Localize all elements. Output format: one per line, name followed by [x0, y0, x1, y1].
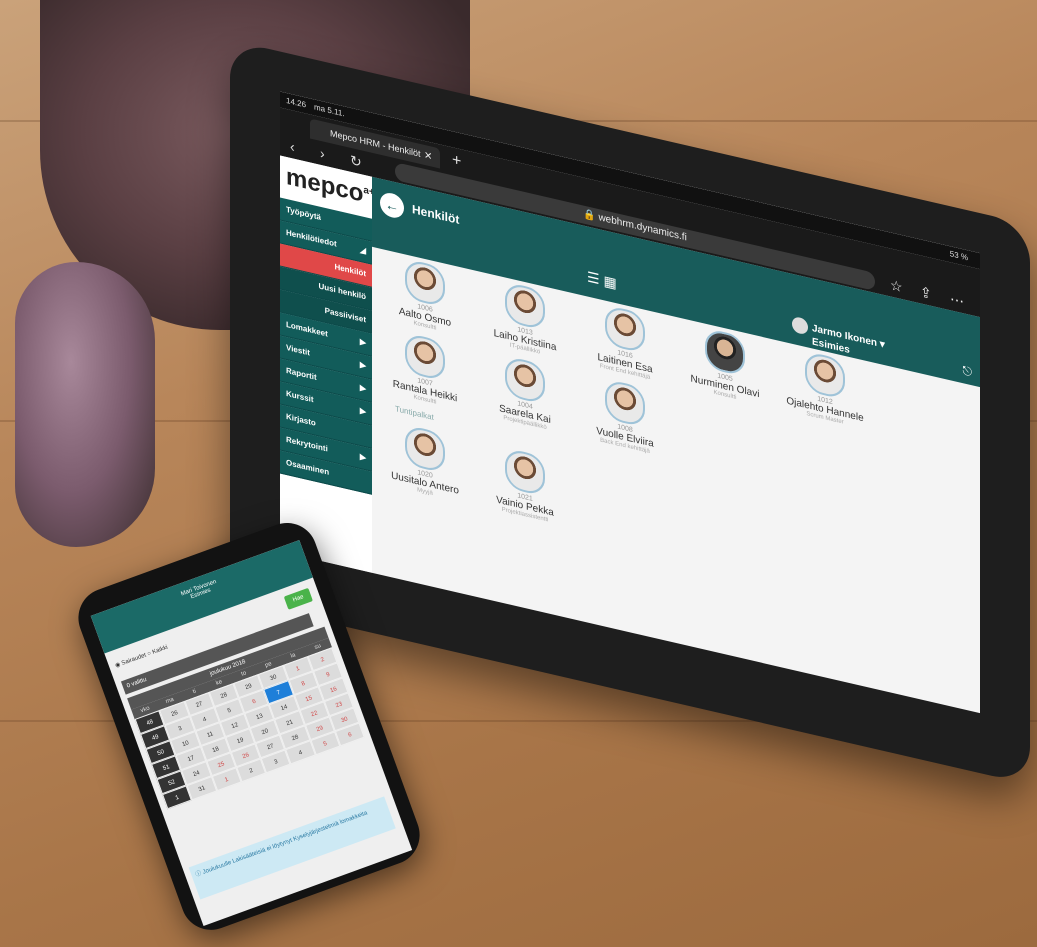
person-photo	[605, 304, 645, 354]
bookmark-icon[interactable]: ☆	[890, 276, 903, 296]
info-text: Joulukuulle Lakisääteisiä ei löytynyt Ky…	[202, 810, 369, 876]
view-toggle: ☰ ▦	[587, 268, 617, 292]
info-alert: ⓘ Joulukuulle Lakisääteisiä ei löytynyt …	[188, 796, 396, 900]
expand-icon: ▶	[359, 336, 366, 348]
status-time: 14.26	[286, 95, 307, 110]
expand-icon: ▶	[359, 382, 366, 394]
expand-icon: ▶	[359, 359, 366, 371]
person-photo	[505, 281, 545, 331]
new-tab-icon[interactable]: +	[452, 151, 461, 171]
person-card[interactable]: 1020 Uusitalo Antero Myyjä	[380, 419, 470, 506]
collapse-icon: ◢	[359, 244, 366, 256]
person-photo	[405, 332, 445, 382]
list-view-icon[interactable]: ☰	[587, 268, 600, 287]
person-card[interactable]: 1007 Rantala Heikki Konsultti	[380, 327, 470, 414]
close-tab-icon[interactable]: ×	[424, 147, 432, 164]
reload-icon[interactable]: ↻	[350, 152, 362, 172]
sidebar-menu: Työpöytä Henkilötiedot ◢ Henkilöt Uusi he…	[280, 197, 372, 495]
back-button[interactable]: ←	[380, 190, 404, 221]
person-card[interactable]: 1021 Vainio Pekka Projektiassistentti	[480, 442, 570, 529]
person-card[interactable]: 1004 Saarela Kai Projektipäällikkö	[480, 350, 570, 437]
small-vase	[15, 262, 155, 547]
back-icon[interactable]: ‹	[290, 138, 295, 155]
person-photo	[405, 424, 445, 474]
expand-icon: ▶	[359, 451, 366, 463]
status-battery: 53 %	[949, 249, 968, 263]
filter-options: ◉ Sairaudet ○ Kaikki	[114, 644, 169, 670]
share-icon[interactable]: ⇪	[920, 283, 932, 303]
grid-view-icon[interactable]: ▦	[603, 272, 616, 291]
search-button[interactable]: Hae	[283, 587, 313, 610]
avatar	[792, 315, 808, 336]
calendar: joulukuu 2018 vko ma ti ke to pe la su 48 26 27 28…	[127, 626, 365, 810]
phone-user-name: Mari Toivonen	[180, 579, 218, 598]
person-photo	[805, 350, 845, 400]
section-label: Tuntipalkat	[395, 404, 434, 423]
person-photo	[605, 378, 645, 428]
person-photo	[505, 447, 545, 497]
radio-kaikki[interactable]: ○ Kaikki	[147, 645, 169, 658]
more-icon[interactable]: ⋯	[950, 290, 964, 310]
page-title: Henkilöt	[412, 202, 460, 227]
person-photo	[705, 327, 745, 377]
logout-icon[interactable]: ⎋	[963, 363, 973, 380]
tablet-screen: 14.26 ma 5.11. 53 % Mepco HRM - Henkilöt…	[280, 91, 980, 714]
person-photo	[505, 355, 545, 405]
person-photo	[405, 258, 445, 308]
radio-sairaudet[interactable]: ◉ Sairaudet	[114, 652, 147, 669]
forward-icon[interactable]: ›	[320, 145, 325, 162]
expand-icon: ▶	[359, 405, 366, 417]
phone-user-role: Esimies	[189, 587, 212, 601]
person-card[interactable]: 1008 Vuolle Elviira Back End kehittäjä	[580, 373, 670, 460]
sidebar: mepcoa+ Työpöytä Henkilötiedot ◢ Henkilöt…	[280, 155, 375, 573]
